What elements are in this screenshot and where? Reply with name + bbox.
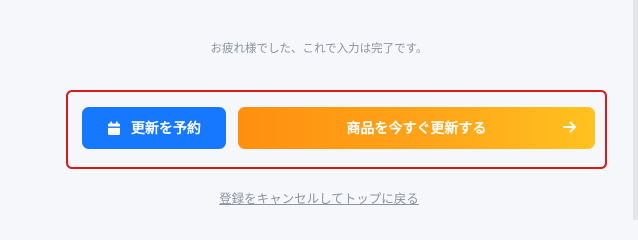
panel-edge: [633, 0, 638, 220]
update-now-button[interactable]: 商品を今すぐ更新する: [238, 107, 595, 149]
update-now-label: 商品を今すぐ更新する: [346, 121, 487, 137]
completion-message: お疲れ様でした、これで入力は完了です。: [210, 41, 428, 55]
cancel-and-return-link[interactable]: 登録をキャンセルしてトップに戻る: [0, 188, 638, 207]
arrow-right-icon: [562, 119, 578, 135]
reserve-update-label: 更新を予約: [131, 121, 201, 137]
calendar-icon: [107, 121, 121, 136]
reserve-update-button[interactable]: 更新を予約: [82, 107, 226, 149]
